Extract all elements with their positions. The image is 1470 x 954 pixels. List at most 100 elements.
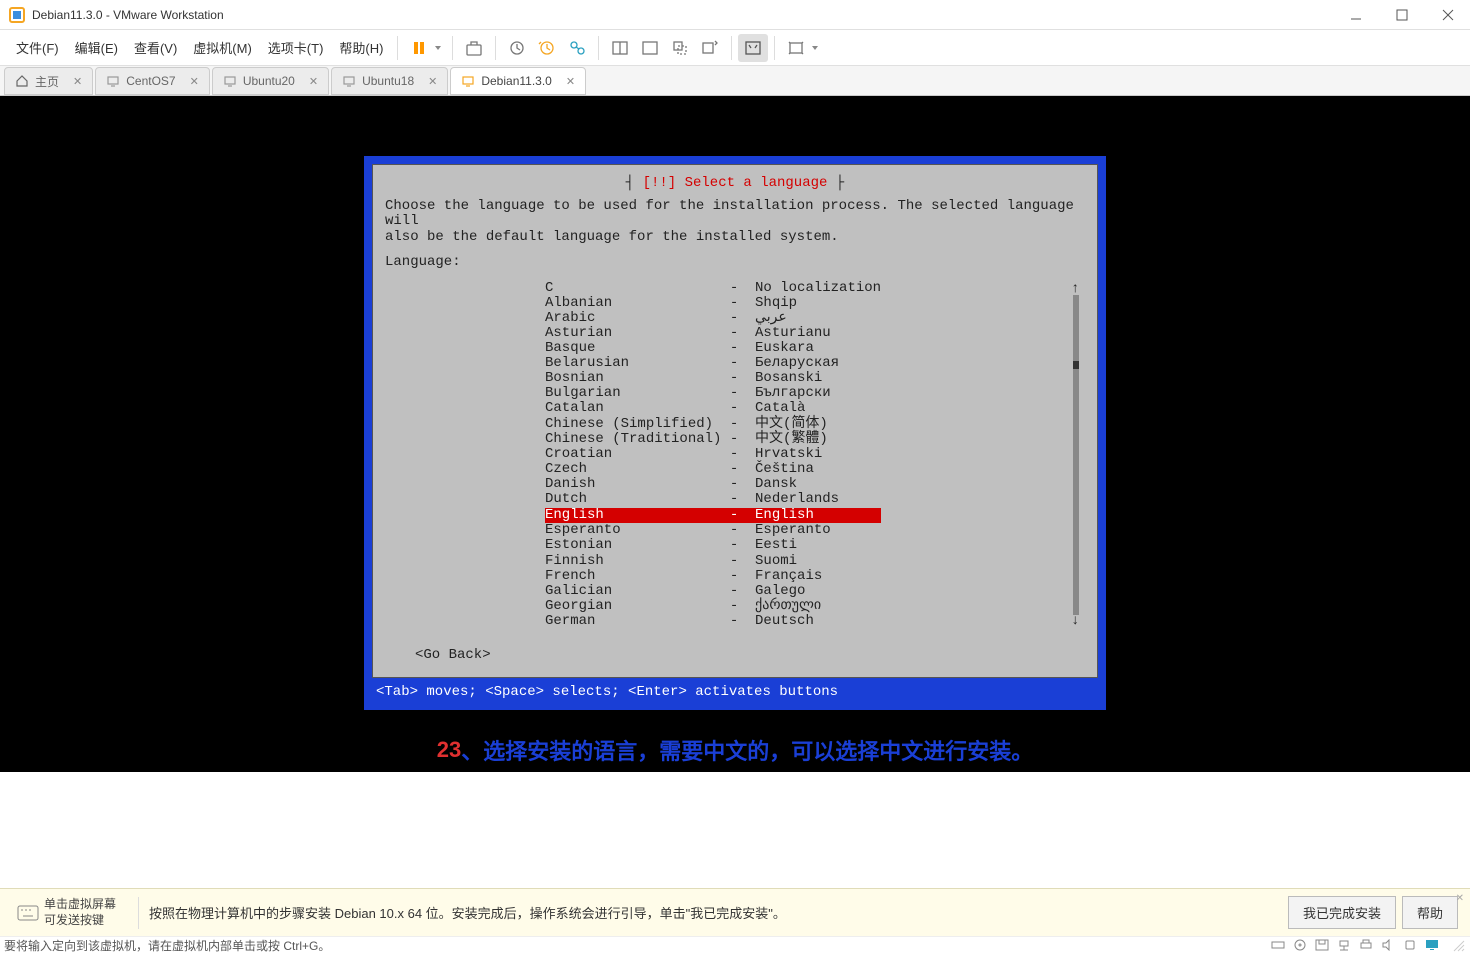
scrollbar[interactable]: ↑ ↓ bbox=[1071, 281, 1085, 630]
vm-icon bbox=[342, 74, 356, 88]
tab-close[interactable]: ✕ bbox=[71, 75, 84, 88]
stretch-dropdown[interactable] bbox=[811, 44, 823, 52]
tab-close[interactable]: ✕ bbox=[426, 75, 439, 88]
language-option[interactable]: English - English bbox=[545, 508, 881, 523]
language-option[interactable]: Bulgarian - Български bbox=[545, 386, 885, 401]
resize-grip[interactable] bbox=[1450, 938, 1466, 952]
view-quick-switch-button[interactable] bbox=[695, 34, 725, 62]
close-button[interactable] bbox=[1434, 3, 1462, 27]
home-icon bbox=[15, 74, 29, 88]
separator bbox=[452, 36, 453, 60]
language-option[interactable]: Basque - Euskara bbox=[545, 341, 885, 356]
fullscreen-button[interactable] bbox=[738, 34, 768, 62]
vm-icon bbox=[461, 74, 475, 88]
tab-vm[interactable]: Ubuntu20 ✕ bbox=[212, 67, 329, 95]
separator bbox=[495, 36, 496, 60]
floppy-icon[interactable] bbox=[1314, 938, 1330, 952]
tab-vm[interactable]: Debian11.3.0 ✕ bbox=[450, 67, 586, 95]
network-icon[interactable] bbox=[1336, 938, 1352, 952]
vm-icon bbox=[106, 74, 120, 88]
menu-edit[interactable]: 编辑(E) bbox=[67, 36, 126, 59]
send-ctrlaltdel-button[interactable] bbox=[459, 34, 489, 62]
hdd-icon[interactable] bbox=[1270, 938, 1286, 952]
installer-label: Language: bbox=[385, 255, 1085, 270]
cd-icon[interactable] bbox=[1292, 938, 1308, 952]
window-titlebar: Debian11.3.0 - VMware Workstation bbox=[0, 0, 1470, 30]
infobar-close[interactable]: ✕ bbox=[1456, 893, 1464, 904]
tab-vm[interactable]: CentOS7✕ bbox=[95, 67, 210, 95]
go-back-button[interactable]: <Go Back> bbox=[415, 647, 1085, 663]
pause-button[interactable] bbox=[404, 34, 434, 62]
language-option[interactable]: Chinese (Traditional) - 中文(繁體) bbox=[545, 432, 885, 447]
menu-tabs[interactable]: 选项卡(T) bbox=[260, 36, 332, 59]
window-title: Debian11.3.0 - VMware Workstation bbox=[32, 8, 1342, 22]
info-bar: ✕ 单击虚拟屏幕可发送按键 按照在物理计算机中的步骤安装 Debian 10.x… bbox=[0, 888, 1470, 936]
language-option[interactable]: Danish - Dansk bbox=[545, 477, 885, 492]
view-console-button[interactable] bbox=[605, 34, 635, 62]
power-dropdown[interactable] bbox=[434, 44, 446, 52]
tab-label: 主页 bbox=[35, 73, 59, 90]
language-option[interactable]: Bosnian - Bosanski bbox=[545, 371, 885, 386]
language-option[interactable]: French - Français bbox=[545, 569, 885, 584]
tab-close[interactable]: ✕ bbox=[188, 75, 201, 88]
view-single-button[interactable] bbox=[635, 34, 665, 62]
printer-icon[interactable] bbox=[1358, 938, 1374, 952]
minimize-button[interactable] bbox=[1342, 3, 1370, 27]
language-option[interactable]: C - No localization bbox=[545, 281, 885, 296]
separator bbox=[598, 36, 599, 60]
display-icon[interactable] bbox=[1424, 938, 1440, 952]
maximize-button[interactable] bbox=[1388, 3, 1416, 27]
app-icon bbox=[8, 6, 26, 24]
status-message: 要将输入定向到该虚拟机，请在虚拟机内部单击或按 Ctrl+G。 bbox=[4, 937, 330, 954]
sound-icon[interactable] bbox=[1380, 938, 1396, 952]
scroll-down-icon: ↓ bbox=[1071, 613, 1079, 629]
separator bbox=[731, 36, 732, 60]
menu-file[interactable]: 文件(F) bbox=[8, 36, 67, 59]
installer-footer: <Tab> moves; <Space> selects; <Enter> ac… bbox=[372, 678, 1098, 702]
separator bbox=[397, 36, 398, 60]
view-unity-button[interactable] bbox=[665, 34, 695, 62]
keyboard-icon bbox=[12, 905, 44, 921]
tab-label: Ubuntu18 bbox=[362, 74, 414, 88]
tab-bar: 主页 ✕ CentOS7✕Ubuntu20✕Ubuntu18✕Debian11.… bbox=[0, 66, 1470, 96]
language-option[interactable]: Georgian - ქართული bbox=[545, 599, 885, 614]
language-option[interactable]: Croatian - Hrvatski bbox=[545, 447, 885, 462]
language-option[interactable]: Dutch - Nederlands bbox=[545, 492, 885, 507]
language-option[interactable]: Estonian - Eesti bbox=[545, 538, 885, 553]
tab-close[interactable]: ✕ bbox=[564, 75, 577, 88]
tab-label: Debian11.3.0 bbox=[481, 74, 552, 88]
language-option[interactable]: Belarusian - Беларуская bbox=[545, 356, 885, 371]
vm-icon bbox=[223, 74, 237, 88]
language-option[interactable]: Catalan - Català bbox=[545, 401, 885, 416]
tab-close[interactable]: ✕ bbox=[307, 75, 320, 88]
snapshot-manager-button[interactable] bbox=[562, 34, 592, 62]
language-option[interactable]: Czech - Čeština bbox=[545, 462, 885, 477]
caption: 23、选择安装的语言，需要中文的，可以选择中文进行安装。 bbox=[0, 728, 1470, 772]
tab-home[interactable]: 主页 ✕ bbox=[4, 67, 93, 95]
language-option[interactable]: Albanian - Shqip bbox=[545, 296, 885, 311]
language-list[interactable]: C - No localizationAlbanian - ShqipArabi… bbox=[545, 281, 885, 630]
snapshot-button[interactable] bbox=[502, 34, 532, 62]
tab-vm[interactable]: Ubuntu18 ✕ bbox=[331, 67, 448, 95]
infobar-hint: 单击虚拟屏幕可发送按键 bbox=[44, 897, 128, 928]
tab-label: Ubuntu20 bbox=[243, 74, 295, 88]
language-option[interactable]: Esperanto - Esperanto bbox=[545, 523, 885, 538]
language-option[interactable]: German - Deutsch bbox=[545, 614, 885, 629]
snapshot-revert-button[interactable] bbox=[532, 34, 562, 62]
status-bar: 要将输入定向到该虚拟机，请在虚拟机内部单击或按 Ctrl+G。 bbox=[0, 936, 1470, 953]
installer-window: ┤ [!!] Select a language ├ Choose the la… bbox=[364, 156, 1106, 710]
language-option[interactable]: Galician - Galego bbox=[545, 584, 885, 599]
installer-heading: ┤ [!!] Select a language ├ bbox=[385, 175, 1085, 191]
menu-view[interactable]: 查看(V) bbox=[126, 36, 185, 59]
menu-help[interactable]: 帮助(H) bbox=[331, 36, 391, 59]
vm-display[interactable]: ┤ [!!] Select a language ├ Choose the la… bbox=[0, 96, 1470, 772]
done-install-button[interactable]: 我已完成安装 bbox=[1288, 896, 1396, 929]
language-option[interactable]: Finnish - Suomi bbox=[545, 554, 885, 569]
help-button[interactable]: 帮助 bbox=[1402, 896, 1458, 929]
language-option[interactable]: Chinese (Simplified) - 中文(简体) bbox=[545, 417, 885, 432]
stretch-button[interactable] bbox=[781, 34, 811, 62]
language-option[interactable]: Arabic - عربي bbox=[545, 311, 885, 326]
usb-icon[interactable] bbox=[1402, 938, 1418, 952]
language-option[interactable]: Asturian - Asturianu bbox=[545, 326, 885, 341]
menu-vm[interactable]: 虚拟机(M) bbox=[185, 36, 260, 59]
